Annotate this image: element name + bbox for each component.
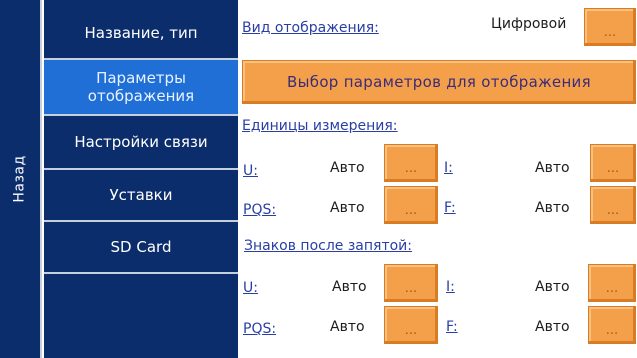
units-u-select-button[interactable]: ... [384,144,438,182]
display-mode-select-button[interactable]: ... [584,8,636,46]
ellipsis-icon: ... [605,281,619,296]
select-display-parameters-button[interactable]: Выбор параметров для отображения [242,60,636,104]
ellipsis-icon: ... [404,323,418,338]
settings-menu: Название, тип Параметры отображения Наст… [44,0,238,358]
menu-item-sd-card[interactable]: SD Card [44,222,238,274]
units-f-value: Авто [535,200,570,216]
menu-item-label: Настройки связи [74,133,208,151]
ellipsis-icon: ... [603,25,617,40]
units-f-label: F: [444,200,456,216]
units-pqs-value: Авто [330,200,365,216]
ellipsis-icon: ... [404,161,418,176]
ellipsis-icon: ... [404,203,418,218]
units-i-value: Авто [535,160,570,176]
display-parameters-panel: Вид отображения: Цифровой ... Выбор пара… [238,0,637,358]
decimals-u-select-button[interactable]: ... [384,264,438,302]
decimals-f-label: F: [446,319,458,335]
menu-item-label: Параметры отображения [87,69,195,105]
units-u-value: Авто [330,160,365,176]
display-mode-value: Цифровой [491,16,567,32]
units-f-select-button[interactable]: ... [590,186,636,224]
units-i-label: I: [444,160,453,176]
menu-item-label: SD Card [110,238,172,256]
ellipsis-icon: ... [606,161,620,176]
decimals-f-select-button[interactable]: ... [588,306,636,344]
menu-item-display-parameters[interactable]: Параметры отображения [44,60,238,116]
decimals-i-select-button[interactable]: ... [588,264,636,302]
menu-item-label: Уставки [109,186,173,204]
decimals-u-value: Авто [332,279,367,295]
decimals-heading: Знаков после запятой: [244,238,412,254]
menu-item-label: Название, тип [84,24,198,42]
ellipsis-icon: ... [404,281,418,296]
units-i-select-button[interactable]: ... [590,144,636,182]
decimals-i-value: Авто [535,279,570,295]
decimals-u-label: U: [243,280,258,296]
display-mode-label: Вид отображения: [242,20,379,36]
menu-item-connection-settings[interactable]: Настройки связи [44,116,238,170]
decimals-pqs-select-button[interactable]: ... [384,306,438,344]
decimals-i-label: I: [446,279,455,295]
units-u-label: U: [243,163,258,179]
units-pqs-label: PQS: [243,202,277,218]
ellipsis-icon: ... [605,323,619,338]
menu-item-setpoints[interactable]: Уставки [44,170,238,222]
settings-screen: Назад Название, тип Параметры отображени… [0,0,637,358]
select-display-parameters-label: Выбор параметров для отображения [287,73,591,91]
menu-empty-area [44,274,238,358]
back-button[interactable]: Назад [0,0,42,358]
decimals-pqs-value: Авто [330,319,365,335]
ellipsis-icon: ... [606,203,620,218]
decimals-pqs-label: PQS: [243,321,277,337]
back-label: Назад [12,155,28,203]
units-heading: Единицы измерения: [242,118,398,134]
decimals-f-value: Авто [535,319,570,335]
menu-item-name-type[interactable]: Название, тип [44,0,238,60]
units-pqs-select-button[interactable]: ... [384,186,438,224]
